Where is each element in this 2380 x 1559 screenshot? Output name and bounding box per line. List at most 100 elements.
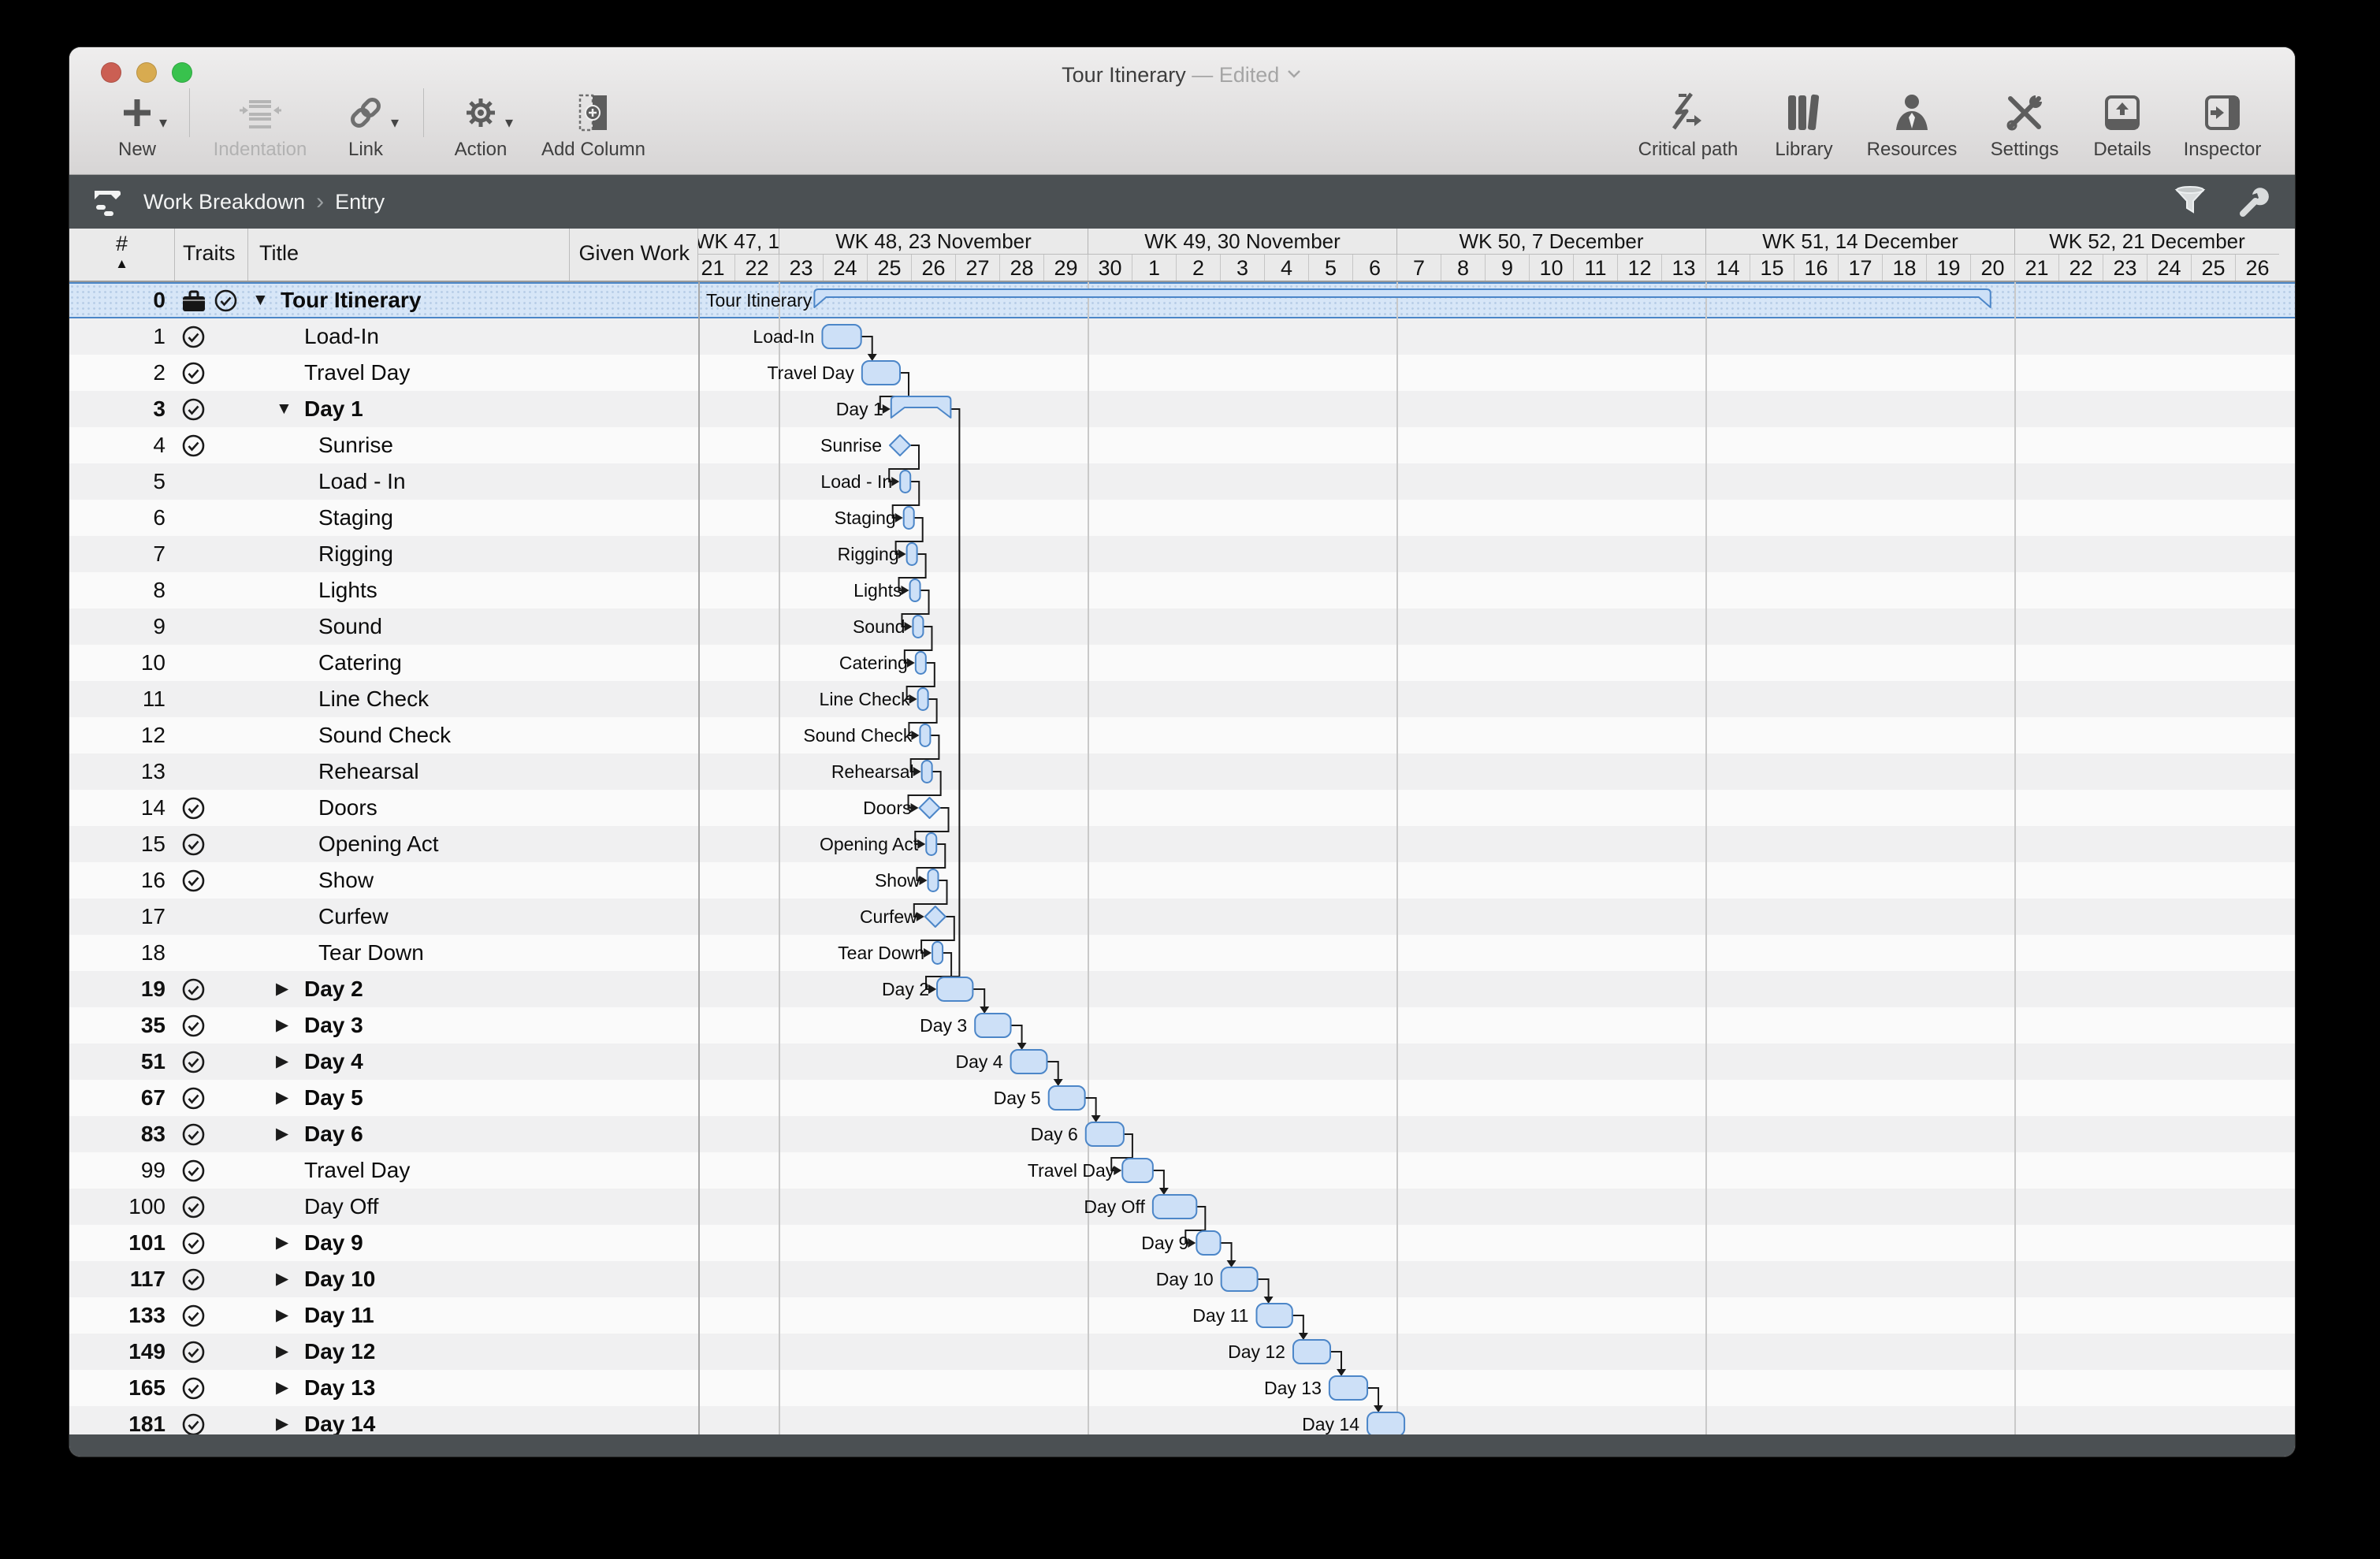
gantt-task-bar[interactable] [1293, 1340, 1330, 1364]
gantt-task-bar[interactable] [1222, 1267, 1258, 1291]
view-options-button[interactable] [2237, 184, 2274, 220]
timeline-day-header: 6 [1352, 255, 1396, 281]
bottom-scroller-bar[interactable] [69, 1434, 2295, 1457]
link-button[interactable]: ▾ Link [319, 87, 412, 161]
dependency-arrow-icon [1337, 1369, 1346, 1376]
gantt-task-bar[interactable] [907, 543, 917, 565]
gantt-bar-label: Day 5 [994, 1088, 1041, 1108]
timeline-day-header: 28 [999, 255, 1043, 281]
gantt-bar-label: Sound Check [803, 725, 913, 746]
timeline-week-header: WK 51, 14 December [1705, 229, 2014, 255]
gantt-task-bar[interactable] [916, 652, 926, 674]
gantt-task-bar[interactable] [1329, 1376, 1367, 1400]
timeline-week-header: WK 47, 1 [698, 229, 779, 255]
gantt-task-bar[interactable] [1049, 1086, 1085, 1110]
dependency-arrow-icon [895, 513, 903, 523]
new-button[interactable]: ▾ New [96, 87, 178, 161]
gantt-milestone-diamond[interactable] [925, 906, 946, 927]
work-breakdown-view-icon[interactable] [90, 186, 129, 218]
dependency-arrow-icon [1054, 1079, 1063, 1086]
gantt-task-bar[interactable] [1367, 1412, 1404, 1434]
dependency-arrow-icon [909, 694, 917, 704]
gantt-task-bar[interactable] [910, 579, 920, 601]
timeline-day-header: 14 [1705, 255, 1750, 281]
dependency-arrow-icon [904, 622, 912, 631]
action-button[interactable]: ▾ Action [435, 87, 526, 161]
gantt-task-bar[interactable] [932, 942, 943, 964]
timeline-week-header: WK 52, 21 December [2014, 229, 2279, 255]
new-dropdown-caret[interactable]: ▾ [159, 113, 167, 132]
timeline-week-header: WK 50, 7 December [1396, 229, 1705, 255]
settings-button[interactable]: Settings [1972, 87, 2077, 161]
timeline-day-header: 16 [1794, 255, 1838, 281]
add-column-button[interactable]: Add Column [526, 87, 660, 161]
gantt-milestone-diamond[interactable] [920, 798, 940, 818]
gantt-task-bar[interactable] [904, 507, 914, 529]
gantt-task-bar[interactable] [1011, 1050, 1047, 1073]
column-header-title[interactable]: Title [248, 229, 570, 281]
action-dropdown-caret[interactable]: ▾ [505, 113, 513, 132]
gantt-summary-bar[interactable] [891, 396, 951, 418]
timeline-day-header: 17 [1838, 255, 1882, 281]
dependency-arrow-icon [980, 1006, 989, 1014]
gantt-summary-bar[interactable] [814, 289, 1990, 307]
timeline-day-header: 7 [1396, 255, 1441, 281]
timeline-day-header: 29 [1043, 255, 1088, 281]
gantt-task-bar[interactable] [920, 724, 930, 746]
gantt-task-bar[interactable] [822, 325, 861, 348]
gantt-bar-label: Day 4 [955, 1051, 1002, 1072]
gantt-task-bar[interactable] [975, 1014, 1010, 1037]
gantt-bar-label: Day 6 [1031, 1124, 1078, 1144]
link-dropdown-caret[interactable]: ▾ [391, 113, 399, 132]
grid-header: # ▲ Traits Title Given Work WK 47, 12122… [69, 229, 2295, 282]
dependency-arrow-icon [924, 948, 932, 958]
gantt-task-bar[interactable] [1196, 1231, 1220, 1255]
gantt-task-bar[interactable] [918, 688, 928, 710]
dependency-arrow-icon [868, 354, 877, 361]
breadcrumb-mode[interactable]: Entry [335, 190, 385, 214]
gantt-bar-label: Day 11 [1192, 1305, 1248, 1326]
library-books-icon [1785, 92, 1823, 133]
inspector-button[interactable]: Inspector [2167, 87, 2278, 161]
timeline-day-header: 24 [2147, 255, 2191, 281]
timeline-day-header: 15 [1750, 255, 1794, 281]
dependency-arrow-icon [913, 767, 921, 776]
gantt-task-bar[interactable] [926, 833, 936, 855]
details-button[interactable]: Details [2077, 87, 2167, 161]
filter-button[interactable] [2172, 184, 2208, 220]
gantt-task-bar[interactable] [1122, 1159, 1153, 1182]
column-header-traits[interactable]: Traits [175, 229, 248, 281]
gantt-milestone-diamond[interactable] [890, 435, 910, 456]
gantt-task-bar[interactable] [922, 761, 932, 783]
dependency-arrow-icon [902, 586, 909, 595]
critical-path-button[interactable]: Critical path [1620, 87, 1756, 161]
document-title: Tour Itinerary [1062, 63, 1186, 87]
timeline-day-header: 8 [1441, 255, 1485, 281]
task-outline-and-gantt: 0▼Tour Itinerary1Load-In2Travel Day3▼Day… [69, 282, 2295, 1434]
gantt-task-bar[interactable] [937, 977, 972, 1001]
column-header-number[interactable]: # ▲ [69, 229, 175, 281]
gantt-task-bar[interactable] [1153, 1195, 1196, 1219]
gantt-task-bar[interactable] [862, 361, 900, 385]
library-button[interactable]: Library [1756, 87, 1852, 161]
breadcrumb-view[interactable]: Work Breakdown [143, 190, 305, 214]
column-header-given-work[interactable]: Given Work [570, 229, 698, 281]
dependency-arrow-icon [1264, 1297, 1274, 1304]
gantt-task-bar[interactable] [900, 471, 910, 493]
gantt-task-bar[interactable] [913, 616, 923, 638]
title-chevron-down-icon[interactable] [1285, 68, 1303, 80]
gantt-bar-label: Load-In [753, 326, 814, 347]
wrench-icon [2237, 184, 2274, 220]
dependency-arrow-icon [1188, 1238, 1196, 1248]
gantt-bar-label: Day 3 [920, 1015, 967, 1036]
document-state[interactable]: Edited [1219, 63, 1280, 87]
gantt-task-bar[interactable] [1256, 1304, 1292, 1327]
app-window: Tour Itinerary — Edited ▾ New [69, 47, 2295, 1457]
filter-funnel-icon [2172, 184, 2208, 220]
timeline-day-header: 18 [1882, 255, 1926, 281]
breadcrumb-chevron: › [316, 188, 324, 215]
gantt-task-bar[interactable] [1086, 1122, 1124, 1146]
window-chrome: Tour Itinerary — Edited ▾ New [69, 47, 2295, 175]
resources-button[interactable]: Resources [1852, 87, 1972, 161]
gantt-task-bar[interactable] [928, 869, 939, 891]
